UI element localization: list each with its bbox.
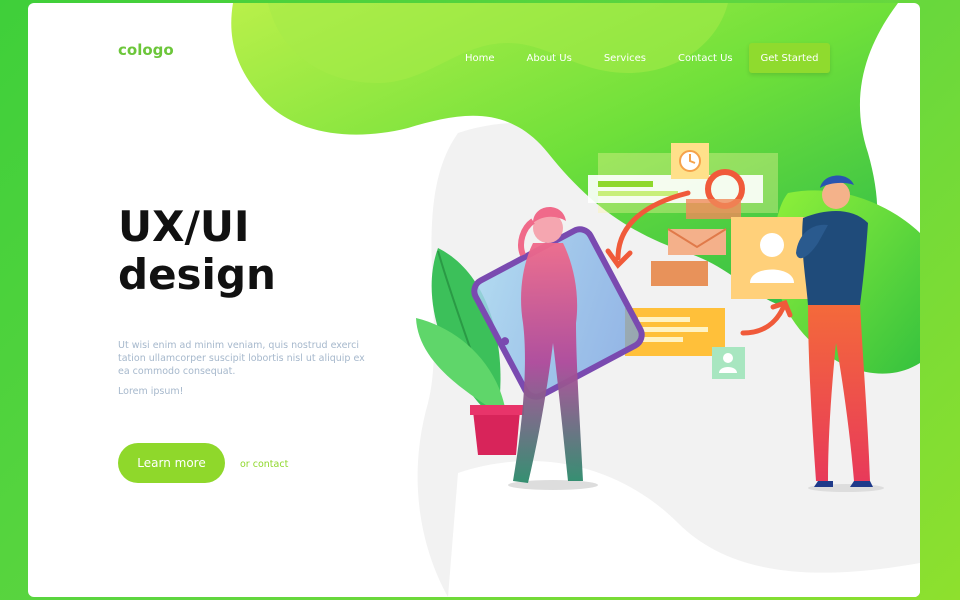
envelope-card [668, 229, 726, 255]
hero-title: UX/UI design [118, 203, 378, 299]
hero-title-line-1: UX/UI [118, 202, 250, 251]
nav-contact-us[interactable]: Contact Us [678, 53, 733, 64]
nav-about-us[interactable]: About Us [527, 53, 572, 64]
hero-title-line-2: design [118, 250, 276, 299]
main-nav: Home About Us Services Contact Us [465, 53, 765, 64]
avatar-card [712, 347, 745, 379]
hero-small-text: Lorem ipsum! [118, 386, 184, 397]
nav-services[interactable]: Services [604, 53, 646, 64]
landing-card: cologo Home About Us Services Contact Us… [28, 3, 920, 597]
hero-illustration [231, 3, 920, 597]
get-started-button[interactable]: Get Started [749, 43, 830, 73]
man-torso [802, 211, 868, 305]
hero-description: Ut wisi enim ad minim veniam, quis nostr… [118, 340, 365, 377]
learn-more-button[interactable]: Learn more [118, 443, 225, 483]
plant-pot [473, 411, 520, 455]
brand-logo[interactable]: cologo [118, 41, 174, 59]
nav-home[interactable]: Home [465, 53, 495, 64]
or-contact-link[interactable]: or contact [240, 459, 288, 470]
